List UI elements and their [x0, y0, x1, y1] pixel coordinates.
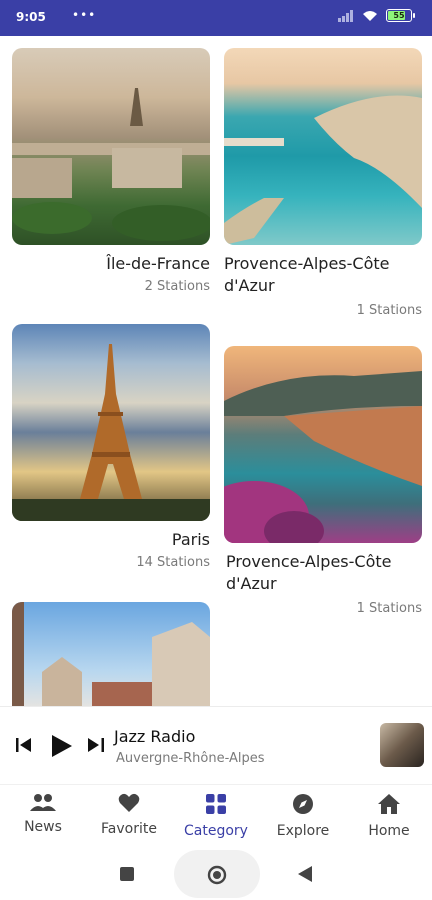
- system-navigation-bar: [0, 848, 432, 900]
- nav-explore-label: Explore: [276, 823, 330, 839]
- recents-icon[interactable]: [120, 867, 134, 881]
- wifi-icon: [363, 10, 377, 21]
- nav-favorite[interactable]: Favorite: [86, 793, 172, 837]
- compass-icon: [293, 794, 313, 814]
- now-playing-region: Auvergne-Rhône-Alpes: [116, 751, 265, 766]
- card-station-count: 1 Stations: [356, 601, 422, 616]
- card-title: Île-de-France: [106, 254, 210, 273]
- region-image: [12, 324, 210, 521]
- battery-icon: 55: [386, 9, 415, 22]
- grid-icon: [206, 794, 226, 814]
- nav-favorite-label: Favorite: [101, 821, 157, 837]
- card-station-count: 1 Stations: [356, 303, 422, 318]
- skip-next-icon[interactable]: [88, 738, 104, 752]
- now-playing-station: Jazz Radio: [114, 727, 196, 746]
- battery-level: 55: [393, 11, 405, 20]
- status-bar: 9:05 ••• 55: [0, 0, 432, 36]
- nav-news-label: News: [24, 819, 62, 835]
- nav-news[interactable]: News: [0, 793, 86, 835]
- home-button-icon[interactable]: [207, 865, 227, 885]
- play-icon[interactable]: [52, 735, 72, 757]
- station-artwork[interactable]: [380, 723, 424, 767]
- nav-category[interactable]: Category: [173, 793, 259, 839]
- status-time: 9:05: [16, 10, 46, 24]
- category-grid: Île-de-France 2 Stations Provence-Alpes-…: [0, 36, 432, 706]
- signal-icon: [338, 9, 354, 22]
- mini-player[interactable]: Jazz Radio Auvergne-Rhône-Alpes: [0, 706, 432, 782]
- region-image: [224, 48, 422, 245]
- skip-previous-icon[interactable]: [16, 738, 32, 752]
- back-icon[interactable]: [298, 866, 312, 882]
- category-card-paris[interactable]: Paris 14 Stations: [12, 324, 210, 570]
- more-notifications-icon: •••: [72, 8, 97, 22]
- category-card-auvergne[interactable]: [12, 602, 210, 706]
- region-image: [12, 602, 210, 706]
- bottom-navigation: News Favorite Category Explore Home: [0, 784, 432, 848]
- card-title: Provence-Alpes-Côte d'Azur: [226, 552, 392, 593]
- region-image: [224, 346, 422, 543]
- card-title: Paris: [171, 530, 210, 549]
- category-card-provence-1[interactable]: Provence-Alpes-Côte d'Azur 1 Stations: [224, 48, 422, 318]
- card-station-count: 14 Stations: [136, 555, 210, 570]
- heart-icon: [118, 793, 140, 812]
- nav-category-label: Category: [184, 823, 248, 839]
- home-icon: [378, 794, 400, 814]
- nav-home[interactable]: Home: [346, 793, 432, 839]
- nav-explore[interactable]: Explore: [260, 793, 346, 839]
- nav-home-label: Home: [368, 823, 410, 839]
- region-image: [12, 48, 210, 245]
- category-card-provence-2[interactable]: Provence-Alpes-Côte d'Azur 1 Stations: [224, 346, 422, 616]
- category-card-ile-de-france[interactable]: Île-de-France 2 Stations: [12, 48, 210, 294]
- people-icon: [30, 794, 56, 811]
- card-title: Provence-Alpes-Côte d'Azur: [224, 254, 390, 295]
- card-station-count: 2 Stations: [144, 279, 210, 294]
